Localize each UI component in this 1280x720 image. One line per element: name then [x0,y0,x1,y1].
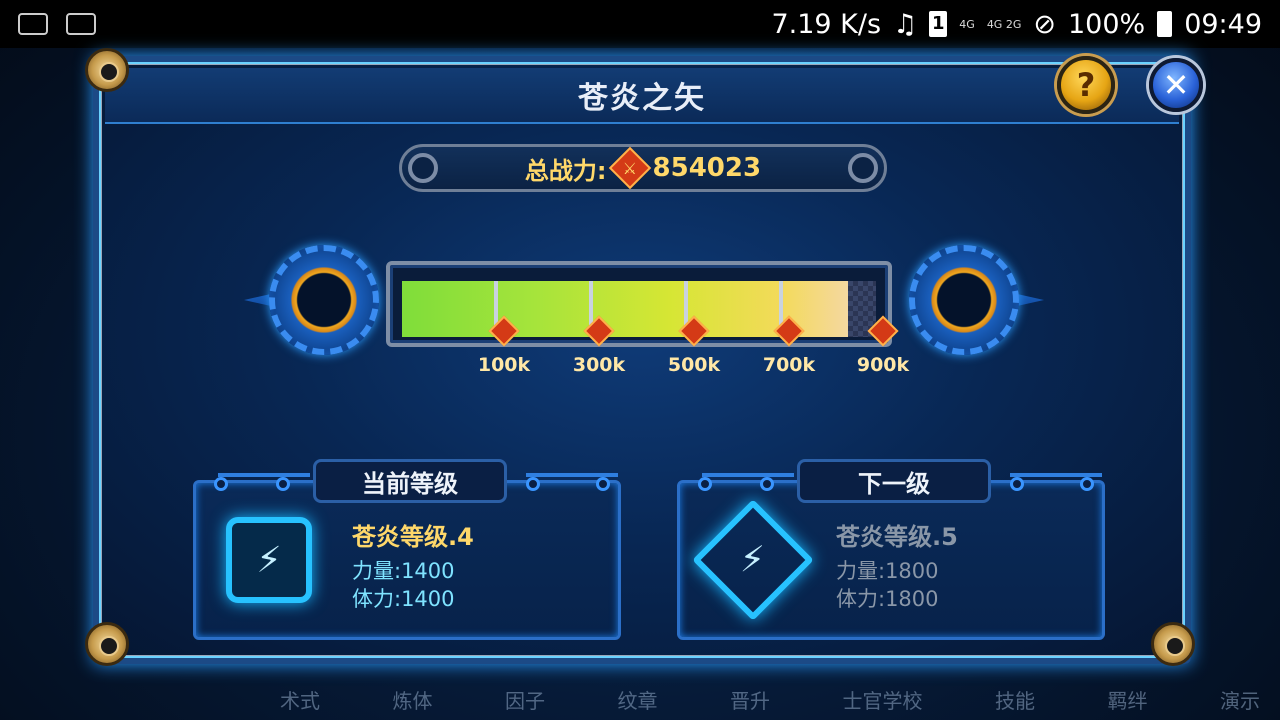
milestone-label: 100k [477,354,531,376]
chain-dot-icon [760,477,774,491]
gear-icon [909,245,1019,355]
chain-ornament [218,473,310,477]
nav-item: 演示 [1220,689,1260,713]
power-icon: ⚔ [608,146,651,190]
lightning-icon: ⚡ [740,539,766,581]
total-power-value: 854023 [652,153,762,183]
total-power-label: 总战力: [524,156,607,185]
sim-slot-badge: 1 [929,11,948,37]
next-level-name: 苍炎等级.5 [836,523,958,551]
mute-icon: ♫ [893,8,918,40]
chain-dot-icon [698,477,712,491]
help-button[interactable]: ? [1057,56,1115,114]
chain-ornament [702,473,794,477]
game-screen: 7.19 K/s ♫ 1 4G 4G 2G ⊘ 100% 09:49 术式 炼体… [0,0,1280,720]
close-icon: ✕ [1162,66,1190,104]
corner-ornament-icon [85,622,129,666]
next-level-emblem: ⚡ [692,499,814,621]
milestone-label: 700k [762,354,816,376]
no-disturb-icon: ⊘ [1033,8,1056,40]
current-stamina: 体力:1400 [352,587,455,611]
nav-item: 术式 [280,689,320,713]
nav-item: 士官学校 [842,689,923,713]
battery-percent: 100% [1067,8,1146,40]
network-4g: 4G [959,17,975,31]
plate-cap-icon [408,153,438,183]
lightning-icon: ⚡ [256,539,282,581]
current-level-panel: 当前等级 ⚡ 苍炎等级.4 力量:1400 体力:1400 [193,459,621,640]
image-icon [66,13,96,35]
right-gear-ornament [889,240,1044,370]
milestone-label: 900k [856,354,910,376]
next-stamina: 体力:1800 [836,587,939,611]
close-button[interactable]: ✕ [1149,58,1203,112]
blue-flame-arrow-dialog: 苍炎之矢 ? ✕ 总战力: ⚔ 854023 100k 300k 500k 70… [85,48,1203,666]
chain-dot-icon [1080,477,1094,491]
nav-item: 纹章 [617,689,658,713]
dialog-title: 苍炎之矢 [578,81,706,116]
corner-ornament-icon [85,48,129,92]
status-bar: 7.19 K/s ♫ 1 4G 4G 2G ⊘ 100% 09:49 [0,0,1280,48]
milestone-label: 500k [667,354,721,376]
clock: 09:49 [1184,8,1262,40]
current-level-tab: 当前等级 [313,459,507,503]
plate-cap-icon [848,153,878,183]
progress-track [402,281,876,337]
power-progress-bar [386,261,892,347]
current-strength: 力量:1400 [352,559,455,583]
help-icon: ? [1076,66,1096,104]
gear-icon [269,245,379,355]
chain-dot-icon [214,477,228,491]
network-4g-2g: 4G 2G [986,17,1022,31]
network-speed: 7.19 K/s [771,8,882,40]
milestone-label: 300k [572,354,626,376]
chain-dot-icon [276,477,290,491]
corner-ornament-icon [1151,622,1195,666]
next-level-tab: 下一级 [797,459,991,503]
current-level-name: 苍炎等级.4 [352,523,474,551]
battery-icon [1157,11,1173,37]
chat-icon [18,13,48,35]
current-level-emblem: ⚡ [226,517,312,603]
nav-item: 因子 [505,689,545,713]
nav-item: 技能 [995,689,1035,713]
nav-item: 羁绊 [1107,689,1148,713]
next-strength: 力量:1800 [836,559,939,583]
left-gear-ornament [244,240,399,370]
dialog-titlebar: 苍炎之矢 [105,68,1179,124]
chain-dot-icon [1010,477,1024,491]
chain-dot-icon [596,477,610,491]
nav-item: 晋升 [730,689,770,713]
total-power-plate: 总战力: ⚔ 854023 [399,144,887,192]
next-level-panel: 下一级 ⚡ 苍炎等级.5 力量:1800 体力:1800 [677,459,1105,640]
nav-item: 炼体 [392,689,433,713]
chain-dot-icon [526,477,540,491]
